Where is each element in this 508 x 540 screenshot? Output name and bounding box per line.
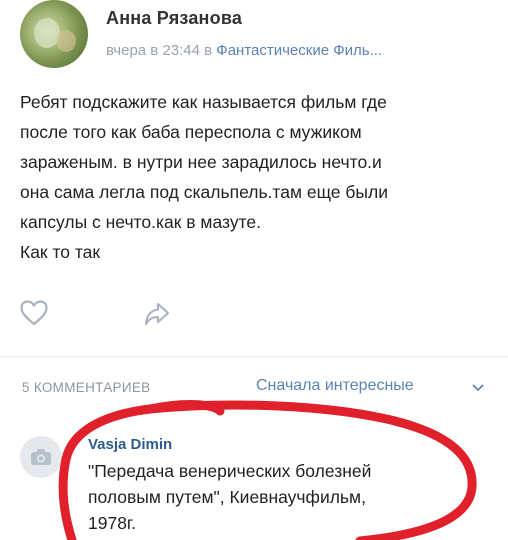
- avatar-flower: [56, 30, 76, 52]
- post-text-line: после того как баба переспола с мужиком: [20, 122, 362, 142]
- comment-text-line: 1978г.: [88, 513, 137, 533]
- section-divider: [0, 356, 508, 357]
- author-avatar[interactable]: [20, 0, 88, 68]
- post-time: вчера в 23:44: [106, 42, 200, 59]
- post-text-line: зараженым. в нутри нее зарадилось нечто.…: [20, 152, 382, 172]
- post-text: Ребят подскажите как называется фильм гд…: [20, 87, 490, 267]
- post-text-line: капсулы с нечто.как в мазуте.: [20, 212, 261, 232]
- comment-text-line: половым путем", Киевнаучфильм,: [88, 487, 366, 507]
- post-author-name[interactable]: Анна Рязанова: [106, 8, 242, 29]
- share-arrow-icon[interactable]: [144, 301, 170, 327]
- comment-avatar[interactable]: [20, 436, 62, 478]
- post-meta: вчера в 23:44 в Фантастические Филь...: [106, 42, 382, 59]
- chevron-down-icon[interactable]: [472, 384, 484, 392]
- heart-icon[interactable]: [20, 300, 48, 326]
- comment-text: "Передача венерических болезней половым …: [88, 458, 478, 536]
- comments-sort-dropdown[interactable]: Сначала интересные: [256, 377, 414, 395]
- comment-text-line: "Передача венерических болезней: [88, 461, 372, 481]
- comments-count: 5 КОММЕНТАРИЕВ: [22, 380, 151, 395]
- post-meta-in: в: [204, 42, 213, 59]
- camera-icon: [31, 449, 51, 465]
- post-group-link[interactable]: Фантастические Филь...: [216, 42, 382, 59]
- post-text-line: Как то так: [20, 242, 101, 262]
- post-text-line: она сама легла под скальпель.там еще был…: [20, 182, 388, 202]
- comment-author-name[interactable]: Vasja Dimin: [88, 436, 172, 453]
- post-text-line: Ребят подскажите как называется фильм гд…: [20, 92, 387, 112]
